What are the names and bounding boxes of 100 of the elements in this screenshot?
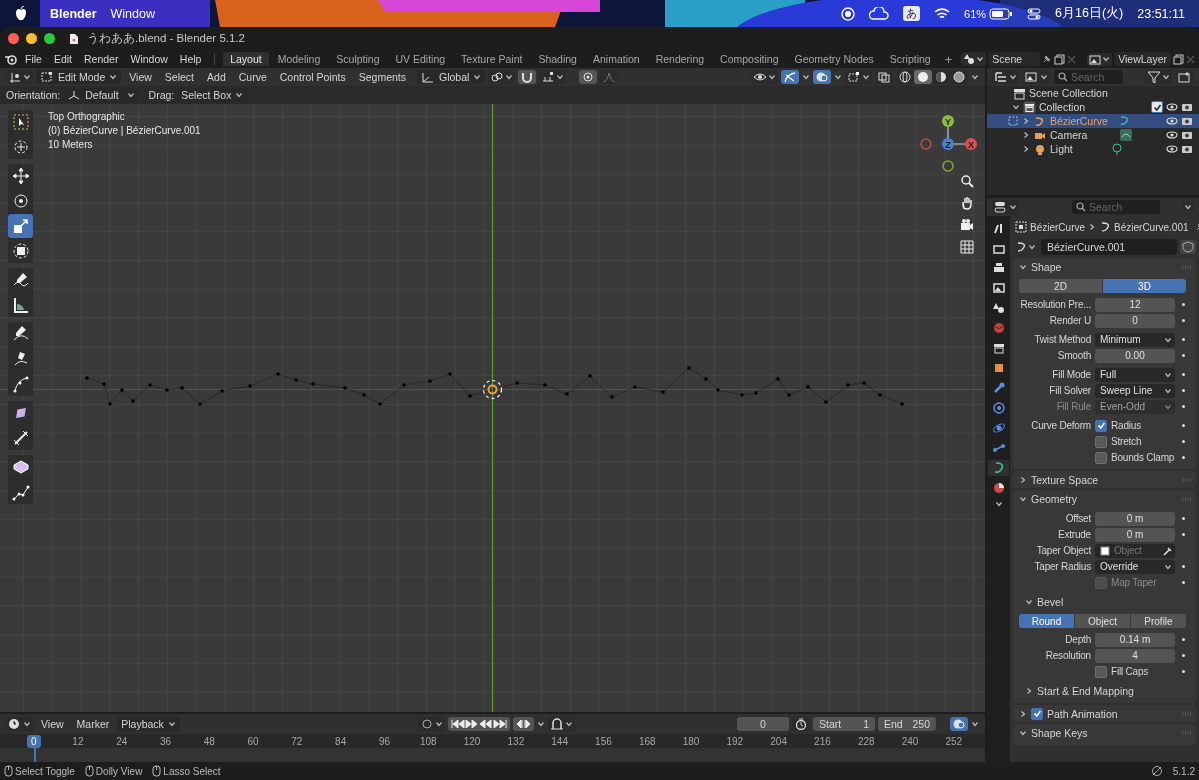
panel-title: Path Animation [1047,707,1118,720]
menu-item[interactable]: Render [79,52,124,66]
app-menu[interactable]: Blender [50,6,97,21]
menu-item[interactable]: Marker [71,717,115,731]
battery-percentage: 61% [964,7,987,20]
playhead[interactable]: 0 [27,735,41,748]
dropdown[interactable]: Override [1095,559,1175,574]
number-field[interactable]: 0 m [1095,527,1175,542]
frame-number: 12 [71,736,85,749]
subpanel-header[interactable]: Start & End Mapping [1017,683,1192,699]
frame-number: 36 [158,736,173,749]
viewport-info: Top Orthographic [48,110,126,123]
current-frame-field[interactable]: 0 [737,717,789,731]
field-label: Fill Mode [1052,369,1091,380]
menu-item[interactable]: Edit [48,52,77,66]
menu-item[interactable]: View [124,70,157,84]
menu-item[interactable]: Select [159,70,200,84]
window-title: うわああ.blend - Blender 5.1.2 [87,31,245,46]
menu-item[interactable]: Help [174,52,207,66]
panel-header[interactable]: Geometry [1017,490,1192,507]
subpanel-header[interactable]: Bevel [1017,594,1192,610]
clock[interactable]: 23:51:11 [1137,6,1185,21]
object-name: Collection [1039,101,1086,113]
workspace-tab[interactable]: Rendering [648,52,712,66]
panel-title: Texture Space [1031,473,1099,486]
workspace-tab[interactable]: Texture Paint [454,52,530,66]
frame-number: 48 [202,736,216,749]
menu-item[interactable]: Window [110,6,155,21]
outliner-item[interactable]: Scene Collection [987,86,1199,100]
workspace-tab[interactable]: Shading [531,52,584,66]
menu-item[interactable]: Curve [233,70,272,84]
workspace-tab[interactable]: Animation [585,52,647,66]
frame-number: 120 [462,736,482,749]
dropdown[interactable]: Full [1095,367,1175,382]
workspace-tab[interactable]: Layout [223,52,269,66]
frame-number: 252 [944,736,964,749]
outliner-row[interactable]: Light [987,142,1199,156]
segment-button[interactable]: Profile [1131,614,1186,628]
end-frame-field[interactable]: End 250 [878,717,936,731]
dropdown[interactable]: Sweep Line [1095,383,1175,398]
workspace-tab[interactable]: Modeling [270,52,328,66]
workspace-tab[interactable]: Geometry Nodes [787,52,881,66]
number-field[interactable]: 0.14 m [1095,632,1175,647]
checkbox-label: Map Taper [1111,577,1157,588]
menu-item[interactable]: View [36,717,69,731]
date[interactable]: 6月16日(火) [1055,5,1124,22]
field-label: Offset [1065,513,1091,524]
object-name: Camera [1050,129,1088,141]
frame-number: 216 [813,736,832,749]
orientation-label: Orientation: [6,89,61,101]
number-field[interactable]: 0 [1095,313,1175,328]
datablock-name-field[interactable]: BézierCurve.001 [1041,239,1177,255]
panel-header[interactable]: Shape [1017,258,1192,275]
segment-button[interactable]: Round [1019,614,1075,628]
frame-number: 144 [550,736,569,749]
status-hint: Lasso Select [163,765,221,777]
dropdown[interactable]: Minimum [1095,332,1175,347]
playback-dropdown[interactable]: Playback [117,717,180,731]
segment-button[interactable]: 3D [1103,279,1186,293]
field-label: Resolution Pre... [1020,299,1091,310]
frame-number: 60 [246,736,260,749]
add-workspace-button[interactable]: + [939,50,958,68]
number-field[interactable]: 4 [1095,648,1175,663]
field-label: Fill Rule [1056,401,1091,412]
input-method-indicator[interactable]: あ [903,6,921,21]
menu-item[interactable]: Segments [353,70,411,84]
view-layer-field[interactable]: ViewLayer [1114,52,1171,66]
viewport-info: 10 Meters [48,138,94,151]
mode-dropdown[interactable]: Edit Mode [36,70,122,84]
menu-item[interactable]: File [20,52,47,66]
breadcrumb-item[interactable]: BézierCurve [1030,221,1086,233]
workspace-tab[interactable]: Compositing [713,52,786,66]
frame-number: 72 [290,736,304,749]
workspace-tab[interactable]: Scripting [882,52,938,66]
menu-item[interactable]: Add [202,70,231,84]
field-label: Curve Deform [1031,420,1091,431]
menu-item[interactable]: Control Points [274,70,351,84]
menu-item[interactable]: Window [125,52,173,66]
z-axis-handle[interactable]: Z [942,138,954,150]
x-axis-handle[interactable]: X [965,138,977,150]
outliner-row[interactable]: BézierCurve [987,114,1199,128]
start-frame-field[interactable]: Start 1 [813,717,875,731]
segment-button[interactable]: 2D [1019,279,1103,293]
segment-button[interactable]: Object [1075,614,1131,628]
breadcrumb-item[interactable]: BézierCurve.001 [1114,221,1189,233]
workspace-tab[interactable]: Sculpting [329,52,387,66]
workspace-tab[interactable]: UV Editing [388,52,453,66]
number-field[interactable]: 0 m [1095,511,1175,526]
orientation-dropdown[interactable]: Global [417,70,486,84]
number-field[interactable]: 0.00 [1095,348,1175,363]
y-axis-handle[interactable]: Y [942,115,954,127]
number-field[interactable]: 12 [1095,297,1175,312]
panel-title: Geometry [1031,492,1078,505]
scene-field[interactable]: Scene [988,52,1041,66]
outliner-item[interactable]: Collection [987,100,1199,114]
outliner-row[interactable]: Camera [987,128,1199,142]
frame-number: 108 [418,736,438,749]
checkbox-label: Radius [1111,420,1141,431]
field-label: Render U [1049,315,1091,326]
field-label: Taper Radius [1034,561,1091,572]
